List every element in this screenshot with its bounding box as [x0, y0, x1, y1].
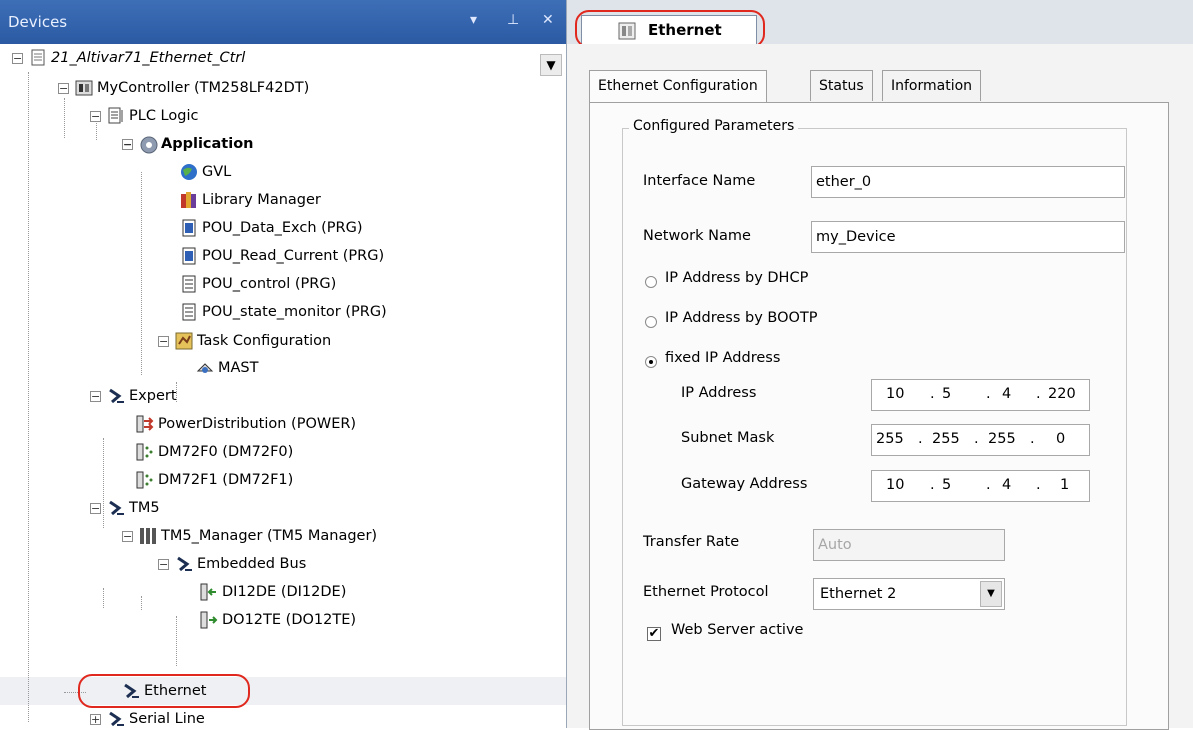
pou-icon	[180, 247, 198, 265]
chevron-down-icon[interactable]: ▼	[980, 581, 1002, 607]
bus-node-icon	[175, 555, 193, 573]
tree-node-dm72f0[interactable]: DM72F0 (DM72F0)	[136, 438, 293, 466]
tree-node-project[interactable]: −21_Altivar71_Ethernet_Ctrl	[12, 44, 245, 72]
tree-node-application[interactable]: − Application	[122, 130, 254, 158]
manager-module-icon	[139, 527, 157, 545]
tree-node-dm72f1[interactable]: DM72F1 (DM72F1)	[136, 466, 293, 494]
subnet-mask-label: Subnet Mask	[681, 430, 775, 446]
ethernet-tab-highlight	[575, 10, 765, 48]
tree-node-controller[interactable]: − MyController (TM258LF42DT)	[58, 74, 309, 102]
group-title: Configured Parameters	[629, 118, 799, 134]
tree-node-embedded-bus[interactable]: − Embedded Bus	[158, 550, 306, 578]
devices-title-bar: Devices ▾ ⊥ ✕	[0, 0, 566, 44]
tree-node-pou-control[interactable]: POU_control (PRG)	[180, 270, 336, 298]
interface-name-field[interactable]: ether_0	[811, 166, 1125, 198]
input-module-icon	[200, 583, 218, 601]
bus-node-icon	[107, 499, 125, 517]
interface-name-label: Interface Name	[643, 173, 756, 189]
collapse-icon[interactable]: −	[90, 110, 101, 122]
devices-pane: Devices ▾ ⊥ ✕ ▼ −21_Altivar71_Ethernet_C…	[0, 0, 567, 728]
tab-ethernet-configuration[interactable]: Ethernet Configuration	[589, 70, 767, 103]
tree-node-library-manager[interactable]: Library Manager	[180, 186, 321, 214]
collapse-icon[interactable]: −	[12, 52, 23, 64]
ip-address-field[interactable]: 10. 5. 4. 220	[871, 379, 1090, 411]
tree-node-power-distribution[interactable]: PowerDistribution (POWER)	[136, 410, 356, 438]
plc-logic-icon	[107, 107, 125, 125]
bus-node-icon	[107, 387, 125, 405]
gear-icon	[139, 135, 158, 154]
close-icon[interactable]: ✕	[542, 12, 554, 28]
tree-node-mast[interactable]: MAST	[196, 354, 259, 382]
tree-node-tm5-manager[interactable]: − TM5_Manager (TM5 Manager)	[122, 522, 377, 550]
bus-node-icon	[107, 710, 125, 728]
collapse-icon[interactable]: −	[58, 82, 69, 94]
device-tree: ▼ −21_Altivar71_Ethernet_Ctrl − MyControl…	[0, 44, 566, 728]
radio-bootp[interactable]	[645, 316, 657, 328]
transfer-rate-field: Auto	[813, 529, 1005, 561]
task-config-icon	[175, 332, 193, 350]
radio-fixed-ip[interactable]	[645, 356, 657, 368]
collapse-icon[interactable]: −	[90, 390, 101, 402]
tab-status[interactable]: Status	[810, 70, 873, 101]
configured-parameters-group: Configured Parameters Interface Name eth…	[622, 118, 1127, 726]
network-name-label: Network Name	[643, 228, 751, 244]
tree-scroll-dropdown-icon[interactable]: ▼	[540, 54, 562, 76]
pou-icon	[180, 219, 198, 237]
collapse-icon[interactable]: −	[158, 558, 169, 570]
tree-node-gvl[interactable]: GVL	[180, 158, 231, 186]
gateway-address-label: Gateway Address	[681, 476, 808, 492]
tree-node-serial-line[interactable]: + Serial Line	[90, 705, 205, 728]
devices-title: Devices	[8, 13, 68, 31]
io-module-icon	[136, 443, 154, 461]
radio-dhcp[interactable]	[645, 276, 657, 288]
controller-icon	[75, 79, 93, 97]
radio-bootp-label: IP Address by BOOTP	[665, 310, 818, 326]
tree-node-plc-logic[interactable]: − PLC Logic	[90, 102, 198, 130]
editor-content: Ethernet Configuration Status Informatio…	[567, 44, 1193, 730]
ethernet-protocol-label: Ethernet Protocol	[643, 584, 769, 600]
tree-node-tm5[interactable]: − TM5	[90, 494, 160, 522]
tree-node-task-configuration[interactable]: − Task Configuration	[158, 327, 331, 355]
collapse-icon[interactable]: −	[158, 335, 169, 347]
tree-node-pou-data-exch[interactable]: POU_Data_Exch (PRG)	[180, 214, 363, 242]
collapse-icon[interactable]: −	[90, 502, 101, 514]
ethernet-config-panel: Configured Parameters Interface Name eth…	[589, 102, 1169, 730]
editor-pane: Ethernet Ethernet Configuration Status I…	[567, 0, 1193, 730]
pin-icon[interactable]: ⊥	[507, 12, 519, 28]
tree-node-pou-state-monitor[interactable]: POU_state_monitor (PRG)	[180, 298, 387, 326]
io-module-icon	[136, 471, 154, 489]
power-module-icon	[136, 415, 154, 433]
tree-node-expert[interactable]: − Expert	[90, 382, 177, 410]
subnet-mask-field[interactable]: 255. 255. 255. 0	[871, 424, 1090, 456]
web-server-checkbox[interactable]: ✔	[647, 627, 661, 641]
task-icon	[196, 359, 214, 377]
tree-node-do12te[interactable]: DO12TE (DO12TE)	[200, 606, 356, 634]
library-icon	[180, 191, 198, 209]
tab-information[interactable]: Information	[882, 70, 982, 101]
transfer-rate-label: Transfer Rate	[643, 534, 740, 550]
ethernet-node-highlight	[78, 674, 250, 708]
gateway-address-field[interactable]: 10. 5. 4. 1	[871, 470, 1090, 502]
project-file-icon	[29, 49, 47, 67]
collapse-icon[interactable]: −	[122, 530, 133, 542]
ip-address-label: IP Address	[681, 385, 757, 401]
expand-icon[interactable]: +	[90, 713, 101, 725]
output-module-icon	[200, 611, 218, 629]
ethernet-protocol-select[interactable]: Ethernet 2 ▼	[813, 578, 1005, 610]
tree-node-di12de[interactable]: DI12DE (DI12DE)	[200, 578, 346, 606]
collapse-icon[interactable]: −	[122, 138, 133, 150]
globe-icon	[180, 163, 198, 181]
network-name-field[interactable]: my_Device	[811, 221, 1125, 253]
dropdown-arrow-icon[interactable]: ▾	[470, 12, 477, 28]
document-tab-bar: Ethernet	[567, 0, 1193, 48]
radio-dhcp-label: IP Address by DHCP	[665, 270, 809, 286]
pou-text-icon	[180, 275, 198, 293]
pou-text-icon	[180, 303, 198, 321]
tree-node-pou-read-current[interactable]: POU_Read_Current (PRG)	[180, 242, 384, 270]
web-server-label: Web Server active	[671, 622, 804, 638]
radio-fixed-ip-label: fixed IP Address	[665, 350, 781, 366]
